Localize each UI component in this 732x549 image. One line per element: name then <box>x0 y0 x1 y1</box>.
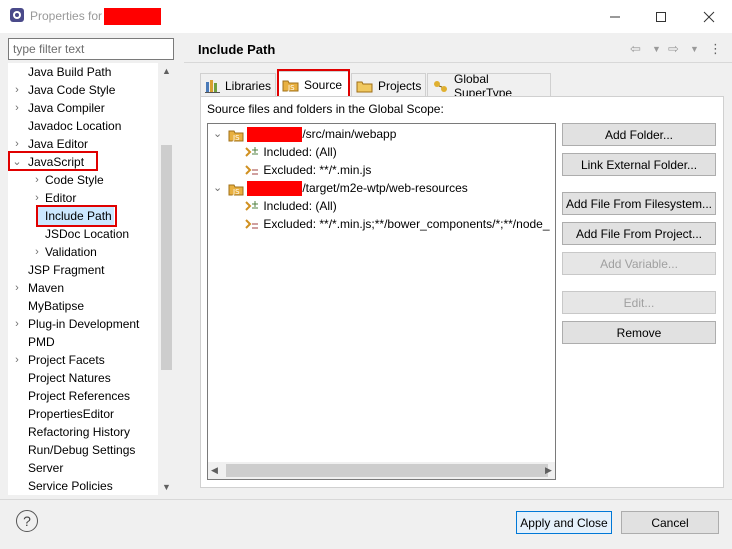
source-folder-path: /src/main/webapp <box>302 127 397 141</box>
source-folder-row[interactable]: JS /target/m2e-wtp/web-resources <box>228 179 468 197</box>
libraries-icon <box>205 79 221 93</box>
source-folder-path: /target/m2e-wtp/web-resources <box>302 181 468 195</box>
chevron-right-icon[interactable]: › <box>12 81 22 99</box>
tab-global-supertype[interactable]: Global SuperType <box>427 72 551 100</box>
tree-item-properties-editor[interactable]: PropertiesEditor <box>28 405 114 423</box>
add-file-from-project-button[interactable]: Add File From Project... <box>562 222 716 245</box>
add-variable-button[interactable]: Add Variable... <box>562 252 716 275</box>
edit-button[interactable]: Edit... <box>562 291 716 314</box>
help-icon[interactable]: ? <box>16 510 38 532</box>
tree-item-server[interactable]: Server <box>28 459 63 477</box>
header-divider <box>184 62 732 63</box>
inclusion-filter-icon <box>244 146 260 160</box>
exclusion-row[interactable]: Excluded: **/*.min.js;**/bower_component… <box>244 215 550 233</box>
highlight-include-path <box>36 205 117 227</box>
tree-item-jsdoc-location[interactable]: JSDoc Location <box>45 225 129 243</box>
tree-item-java-build-path[interactable]: Java Build Path <box>28 63 111 81</box>
chevron-right-icon[interactable]: › <box>32 243 42 261</box>
source-description: Source files and folders in the Global S… <box>207 102 444 116</box>
add-folder-button[interactable]: Add Folder... <box>562 123 716 146</box>
apply-and-close-button[interactable]: Apply and Close <box>516 511 612 534</box>
chevron-right-icon[interactable]: › <box>12 351 22 369</box>
remove-button[interactable]: Remove <box>562 321 716 344</box>
svg-text:JS: JS <box>232 188 240 196</box>
add-file-from-filesystem-button[interactable]: Add File From Filesystem... <box>562 192 716 215</box>
eclipse-icon <box>9 7 25 23</box>
tree-item-validation[interactable]: Validation <box>45 243 97 261</box>
inclusion-text: Included: (All) <box>263 145 337 159</box>
tab-libraries[interactable]: Libraries <box>200 73 276 97</box>
tree-item-plugin-development[interactable]: Plug-in Development <box>28 315 139 333</box>
projects-folder-icon <box>356 79 374 93</box>
exclusion-text: Excluded: **/*.min.js <box>263 163 372 177</box>
chevron-right-icon[interactable]: › <box>12 315 22 333</box>
close-icon[interactable] <box>686 0 732 33</box>
tree-item-java-code-style[interactable]: Java Code Style <box>28 81 115 99</box>
exclusion-filter-icon <box>244 218 260 232</box>
view-menu-icon[interactable]: ⋮ <box>709 40 722 58</box>
exclusion-filter-icon <box>244 164 260 178</box>
tree-item-jsp-fragment[interactable]: JSP Fragment <box>28 261 104 279</box>
forward-icon[interactable]: ⇨ <box>668 40 679 58</box>
link-external-folder-button[interactable]: Link External Folder... <box>562 153 716 176</box>
chevron-right-icon[interactable]: › <box>32 171 42 189</box>
tree-item-refactoring-history[interactable]: Refactoring History <box>28 423 130 441</box>
window-title: Properties for <box>30 9 103 23</box>
redacted-project-name <box>247 181 303 197</box>
tree-scrollbar-thumb[interactable] <box>161 145 172 370</box>
category-tree[interactable]: Java Build Path › Java Code Style › Java… <box>8 63 174 495</box>
tree-item-run-debug-settings[interactable]: Run/Debug Settings <box>28 441 135 459</box>
source-tree-hscrollbar-thumb[interactable] <box>226 464 548 477</box>
tree-item-maven[interactable]: Maven <box>28 279 64 297</box>
exclusion-text: Excluded: **/*.min.js;**/bower_component… <box>263 217 550 231</box>
tab-label: Projects <box>378 78 422 93</box>
inclusion-text: Included: (All) <box>263 199 337 213</box>
source-tree[interactable]: ⌄ JS /src/main/webapp Included: (All) Ex… <box>207 123 556 480</box>
tab-label: Libraries <box>225 78 272 93</box>
tree-item-mybatipse[interactable]: MyBatipse <box>28 297 84 315</box>
tree-item-pmd[interactable]: PMD <box>28 333 55 351</box>
exclusion-row[interactable]: Excluded: **/*.min.js <box>244 161 371 179</box>
scroll-up-icon[interactable]: ▲ <box>162 66 171 76</box>
supertype-icon <box>432 79 450 93</box>
svg-text:JS: JS <box>232 134 240 142</box>
tree-item-javadoc-location[interactable]: Javadoc Location <box>28 117 121 135</box>
redacted-project-name <box>104 8 161 25</box>
highlight-source-tab <box>277 69 350 99</box>
tree-item-service-policies[interactable]: Service Policies <box>28 477 113 495</box>
chevron-down-icon[interactable]: ▼ <box>652 40 661 58</box>
js-source-folder-icon: JS <box>228 128 244 142</box>
chevron-down-icon[interactable]: ⌄ <box>213 179 222 197</box>
scroll-down-icon[interactable]: ▼ <box>162 482 171 492</box>
chevron-down-icon[interactable]: ⌄ <box>213 125 222 143</box>
highlight-javascript <box>8 151 98 171</box>
scroll-right-icon[interactable]: ▶ <box>545 465 552 476</box>
chevron-right-icon[interactable]: › <box>12 99 22 117</box>
filter-input[interactable]: type filter text <box>8 38 174 60</box>
inclusion-row[interactable]: Included: (All) <box>244 197 337 215</box>
scroll-left-icon[interactable]: ◀ <box>211 465 218 476</box>
redacted-project-name <box>247 127 303 143</box>
page-title: Include Path <box>198 42 276 57</box>
tree-item-java-compiler[interactable]: Java Compiler <box>28 99 105 117</box>
tree-item-project-natures[interactable]: Project Natures <box>28 369 111 387</box>
source-folder-row[interactable]: JS /src/main/webapp <box>228 125 396 143</box>
tab-projects[interactable]: Projects <box>351 73 426 97</box>
maximize-icon[interactable] <box>638 0 684 33</box>
cancel-button[interactable]: Cancel <box>621 511 719 534</box>
back-icon[interactable]: ⇦ <box>630 40 641 58</box>
tree-item-project-references[interactable]: Project References <box>28 387 130 405</box>
tree-item-project-facets[interactable]: Project Facets <box>28 351 105 369</box>
inclusion-filter-icon <box>244 200 260 214</box>
minimize-icon[interactable] <box>592 0 638 33</box>
tree-item-code-style[interactable]: Code Style <box>45 171 104 189</box>
footer-divider <box>0 499 732 500</box>
inclusion-row[interactable]: Included: (All) <box>244 143 337 161</box>
chevron-down-icon[interactable]: ▼ <box>690 40 699 58</box>
chevron-right-icon[interactable]: › <box>12 279 22 297</box>
js-source-folder-icon: JS <box>228 182 244 196</box>
